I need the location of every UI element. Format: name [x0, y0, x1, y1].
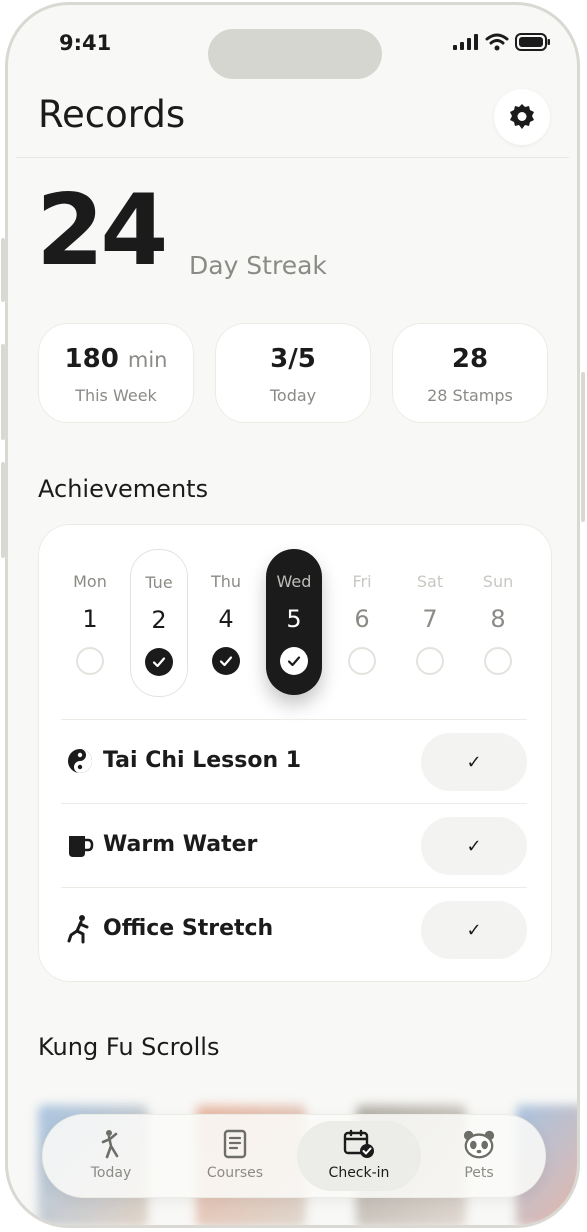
tab-bar: Today Courses Check-in Pets [42, 1114, 546, 1198]
day-fri[interactable]: Fri 6 [334, 549, 390, 695]
task-label: Office Stretch [103, 916, 274, 941]
achievements-card: Mon 1 Tue 2 Thu 4 Wed 5 Fri 6 Sat 7 Sun … [38, 524, 552, 982]
stat-value: 180 min [39, 344, 193, 380]
stat-card-today: 3/5 Today [215, 323, 371, 423]
day-name: Sun [482, 572, 514, 591]
tab-pets[interactable]: Pets [417, 1115, 541, 1197]
tab-label: Today [90, 1165, 132, 1181]
stretch-figure-icon [67, 915, 89, 944]
task-row-warm-water: Warm Water ✓ [61, 803, 527, 888]
day-number: 6 [354, 605, 370, 633]
checked-circle-icon [280, 647, 308, 675]
tab-label: Pets [464, 1165, 494, 1181]
day-sun[interactable]: Sun 8 [470, 549, 526, 695]
day-sat[interactable]: Sat 7 [402, 549, 458, 695]
achievements-title: Achievements [38, 475, 209, 503]
day-number: 2 [151, 606, 167, 634]
task-row-tai-chi: Tai Chi Lesson 1 ✓ [61, 719, 527, 804]
power-button [581, 372, 585, 522]
day-name: Wed [276, 572, 312, 591]
task-row-office-stretch: Office Stretch ✓ [61, 887, 527, 972]
stat-unit: min [127, 348, 168, 372]
checked-circle-icon [145, 648, 173, 676]
streak-count: 24 [36, 174, 168, 288]
day-number: 5 [286, 605, 302, 633]
day-name: Thu [210, 572, 242, 591]
gear-icon [510, 104, 534, 129]
yin-yang-icon [68, 749, 92, 773]
stat-card-this-week: 180 min This Week [38, 323, 194, 423]
scrolls-title: Kung Fu Scrolls [38, 1033, 220, 1061]
document-icon [218, 1127, 252, 1161]
day-name: Tue [145, 573, 173, 592]
day-wed[interactable]: Wed 5 [266, 549, 322, 695]
wifi-icon [485, 33, 509, 51]
day-tue[interactable]: Tue 2 [130, 549, 188, 697]
status-icons [453, 33, 551, 51]
day-number: 1 [82, 605, 98, 633]
day-number: 8 [490, 605, 506, 633]
task-label: Tai Chi Lesson 1 [103, 748, 302, 773]
tab-label: Check-in [328, 1165, 390, 1181]
empty-circle-icon [484, 647, 512, 675]
day-number: 7 [422, 605, 438, 633]
checked-circle-icon [212, 647, 240, 675]
day-name: Fri [352, 572, 372, 591]
day-mon[interactable]: Mon 1 [62, 549, 118, 695]
phone-screen: 9:41 Records 24 Day Streak 180 min This … [5, 2, 580, 1228]
stat-label: This Week [75, 386, 157, 405]
task-complete-button[interactable]: ✓ [421, 817, 527, 875]
tab-today[interactable]: Today [49, 1115, 173, 1197]
streak-label: Day Streak [189, 251, 327, 280]
mug-icon [69, 836, 94, 857]
panda-icon [462, 1127, 496, 1161]
day-number: 4 [218, 605, 234, 633]
empty-circle-icon [348, 647, 376, 675]
task-label: Warm Water [103, 832, 258, 857]
page-title: Records [38, 93, 186, 136]
tab-label: Courses [206, 1165, 264, 1181]
tai-chi-figure-icon [94, 1127, 128, 1161]
day-name: Mon [73, 572, 107, 591]
calendar-check-icon [342, 1127, 376, 1161]
stat-card-stamps: 28 28 Stamps [392, 323, 548, 423]
task-complete-button[interactable]: ✓ [421, 901, 527, 959]
settings-button[interactable] [494, 89, 550, 145]
status-time: 9:41 [59, 31, 112, 55]
battery-icon [515, 33, 550, 51]
tab-courses[interactable]: Courses [173, 1115, 297, 1197]
day-name: Sat [416, 572, 444, 591]
empty-circle-icon [76, 647, 104, 675]
task-complete-button[interactable]: ✓ [421, 733, 527, 791]
stat-number: 180 [64, 344, 119, 374]
empty-circle-icon [416, 647, 444, 675]
stat-label: Today [269, 386, 317, 405]
dynamic-island [208, 29, 382, 79]
day-thu[interactable]: Thu 4 [198, 549, 254, 695]
stat-value: 28 [451, 344, 489, 374]
header-divider [16, 157, 569, 158]
tab-check-in[interactable]: Check-in [297, 1121, 421, 1191]
stat-label: 28 Stamps [427, 386, 513, 405]
stat-value: 3/5 [270, 344, 316, 374]
cellular-signal-icon [453, 34, 478, 50]
